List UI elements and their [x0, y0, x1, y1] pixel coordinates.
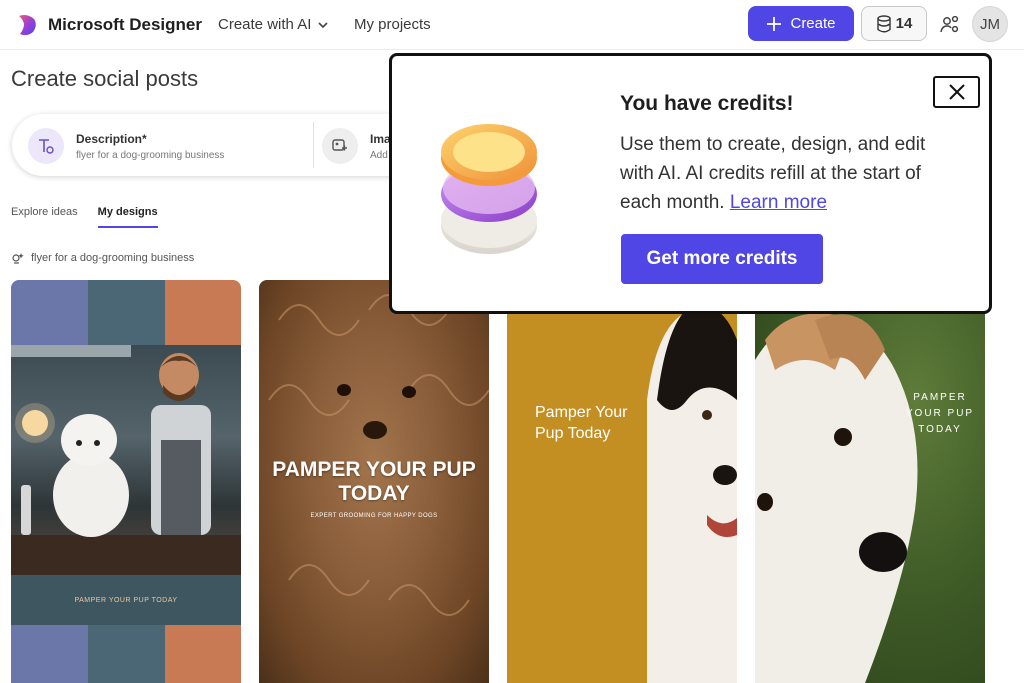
create-button-label: Create: [790, 15, 836, 32]
designer-logo-icon[interactable]: [16, 13, 38, 37]
avatar-initials: JM: [980, 15, 1000, 33]
nav-my-projects[interactable]: My projects: [354, 16, 431, 33]
color-block: [11, 280, 88, 345]
description-field-title: Description*: [76, 131, 147, 146]
description-field-value: flyer for a dog-grooming business: [76, 149, 225, 161]
design-card-3[interactable]: Pamper Your Pup Today: [507, 280, 737, 683]
design-headline: PAMPER YOUR PUP TODAY: [895, 390, 985, 438]
prompt-history-text: flyer for a dog-grooming business: [31, 252, 195, 264]
prompt-card: Description* flyer for a dog-grooming bu…: [12, 114, 422, 176]
credits-popup: You have credits! Use them to create, de…: [389, 53, 992, 314]
image-field[interactable]: Ima Add: [322, 128, 391, 164]
color-block: [88, 280, 165, 345]
color-block: [88, 625, 165, 683]
nav-create-with-ai-label: Create with AI: [218, 16, 312, 33]
credits-coins-illustration: [441, 124, 537, 254]
design-headline-line-2: Pup Today: [535, 425, 611, 442]
description-field[interactable]: Description* flyer for a dog-grooming bu…: [28, 128, 224, 164]
prompt-history-row[interactable]: flyer for a dog-grooming business: [11, 251, 194, 265]
image-field-value: Add: [370, 149, 388, 161]
share-people-icon[interactable]: [938, 13, 962, 37]
design-headline: Pamper Your Pup Today: [535, 402, 628, 444]
design-headline: PAMPER YOUR PUP TODAY: [272, 458, 476, 505]
popup-title: You have credits!: [620, 92, 794, 115]
color-block: [165, 625, 241, 683]
collie-photo: [507, 280, 737, 683]
create-button[interactable]: Create: [748, 6, 854, 41]
tab-explore-ideas[interactable]: Explore ideas: [11, 206, 78, 228]
terrier-photo: [755, 280, 985, 683]
design-headline-line-1: Pamper Your: [535, 404, 628, 421]
top-bar: Microsoft Designer Create with AI My pro…: [0, 0, 1024, 50]
brand-name[interactable]: Microsoft Designer: [48, 15, 202, 35]
color-block: [165, 280, 241, 345]
close-button[interactable]: [933, 76, 980, 108]
image-field-title: Ima: [370, 131, 391, 146]
tab-my-designs[interactable]: My designs: [97, 206, 158, 228]
sparkle-prompt-icon: [12, 253, 24, 264]
user-avatar[interactable]: JM: [972, 6, 1008, 42]
get-more-credits-button[interactable]: Get more credits: [621, 234, 823, 284]
field-divider: [313, 122, 314, 168]
database-coins-icon: [876, 14, 891, 32]
image-upload-icon: [322, 128, 358, 164]
text-prompt-icon: [28, 128, 64, 164]
design-headline-line-1: PAMPER: [913, 392, 967, 403]
design-headline-line-2: YOUR PUP: [905, 408, 975, 419]
credits-count: 14: [895, 15, 913, 32]
nav-create-with-ai[interactable]: Create with AI: [218, 16, 329, 33]
credits-button[interactable]: 14: [861, 6, 927, 41]
page-title: Create social posts: [11, 66, 199, 91]
design-card-4[interactable]: PAMPER YOUR PUP TODAY: [755, 280, 985, 683]
design-caption: PAMPER YOUR PUP TODAY: [11, 575, 241, 625]
design-card-2[interactable]: PAMPER YOUR PUP TODAY EXPERT GROOMING FO…: [259, 280, 489, 683]
design-tabs: Explore ideas My designs: [11, 206, 158, 228]
learn-more-link[interactable]: Learn more: [730, 192, 827, 213]
design-subline: EXPERT GROOMING FOR HAPPY DOGS: [310, 513, 438, 519]
design-headline-line-3: TODAY: [918, 424, 962, 435]
groomer-photo: [11, 345, 241, 575]
nav-my-projects-label: My projects: [354, 16, 431, 33]
popup-body: Use them to create, design, and edit wit…: [620, 130, 950, 217]
close-icon: [948, 84, 965, 100]
plus-icon: [767, 16, 782, 31]
design-card-1[interactable]: PAMPER YOUR PUP TODAY: [11, 280, 241, 683]
color-block: [11, 625, 88, 683]
chevron-down-icon: [318, 21, 328, 28]
